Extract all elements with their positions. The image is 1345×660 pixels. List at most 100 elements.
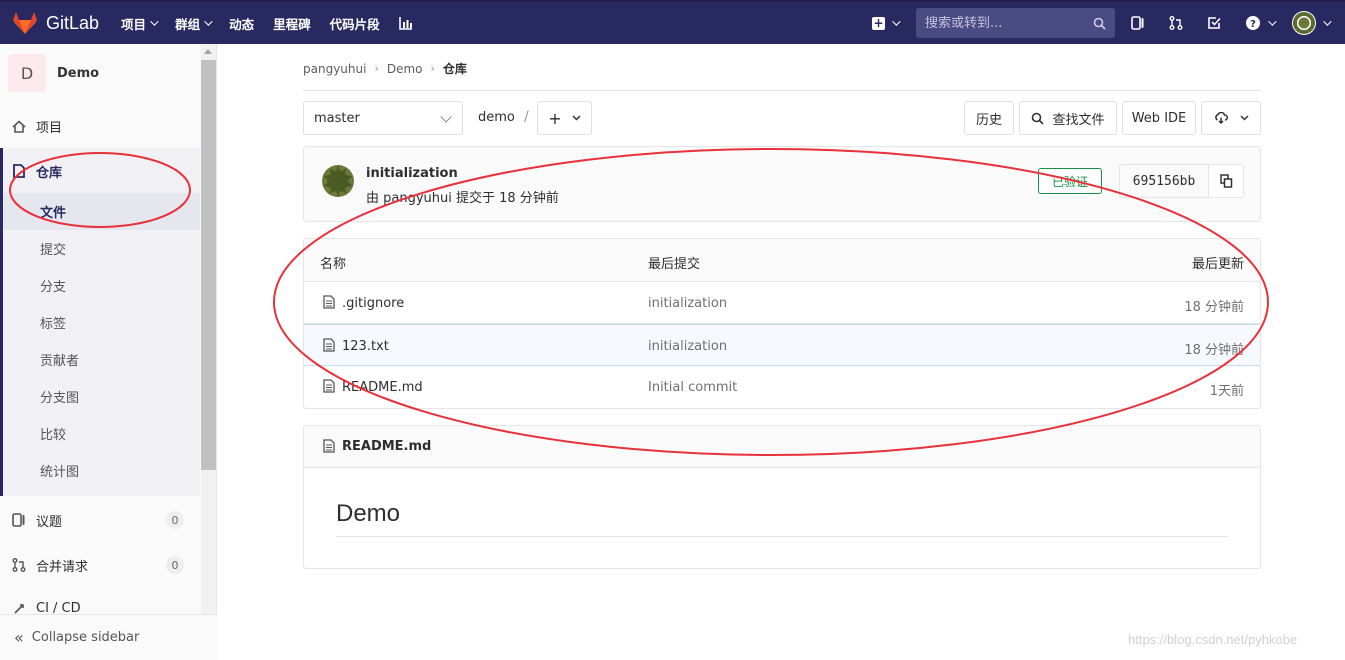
history-button[interactable]: 历史 — [964, 101, 1014, 135]
search-icon — [1093, 17, 1106, 30]
sidebar-item-branches[interactable]: 分支 — [3, 267, 203, 304]
sidebar-item-project[interactable]: 项目 — [0, 108, 200, 144]
double-chevron-left-icon: « — [14, 628, 24, 647]
sidebar-scrollbar-thumb[interactable] — [201, 60, 216, 470]
sidebar-item-compare[interactable]: 比较 — [3, 415, 203, 452]
file-name-link[interactable]: .gitignore — [342, 296, 404, 311]
user-menu-button[interactable] — [1292, 11, 1332, 35]
project-name: Demo — [57, 65, 100, 81]
avatar[interactable] — [321, 164, 355, 198]
copy-sha-button[interactable] — [1208, 164, 1244, 198]
commit-meta: 由 pangyuhui 提交于 18 分钟前 — [366, 191, 559, 206]
mr-count-badge: 0 — [166, 556, 184, 574]
readme-heading: Demo — [336, 500, 401, 527]
chevron-down-icon — [440, 111, 452, 123]
table-header: 名称 最后提交 最后更新 — [304, 239, 1260, 282]
file-tree-table: 名称 最后提交 最后更新 .gitignore initialization 1… — [303, 238, 1261, 409]
sidebar-item-tags[interactable]: 标签 — [3, 304, 203, 341]
sidebar-item-commits[interactable]: 提交 — [3, 230, 203, 267]
chevron-right-icon: › — [374, 62, 379, 75]
breadcrumb-project[interactable]: Demo — [387, 62, 423, 76]
sidebar-item-contributors[interactable]: 贡献者 — [3, 341, 203, 378]
cloud-download-icon — [1214, 112, 1228, 124]
nav-activity[interactable]: 动态 — [229, 14, 254, 33]
plus-icon: + — [548, 108, 562, 128]
sidebar-item-issues[interactable]: 议题 0 — [0, 502, 200, 538]
commit-message-link[interactable]: Initial commit — [648, 380, 737, 395]
table-row[interactable]: README.md Initial commit 1天前 — [304, 366, 1260, 408]
search-input[interactable] — [925, 15, 1093, 31]
chevron-down-icon — [1239, 115, 1249, 121]
merge-request-icon[interactable] — [1169, 16, 1183, 30]
brand-name: GitLab — [46, 12, 100, 33]
home-icon — [12, 119, 26, 133]
file-icon — [323, 379, 335, 397]
commit-message-link[interactable]: initialization — [648, 296, 727, 311]
download-dropdown-button[interactable] — [1201, 101, 1261, 135]
breadcrumb-user[interactable]: pangyuhui — [303, 62, 366, 76]
sidebar-item-files[interactable]: 文件 — [3, 193, 200, 230]
search-box[interactable] — [916, 8, 1115, 38]
chevron-down-icon — [572, 115, 581, 121]
breadcrumb-current[interactable]: 仓库 — [443, 60, 467, 77]
add-to-tree-button[interactable]: + — [537, 101, 592, 135]
plus-icon: + — [872, 15, 885, 30]
help-dropdown-button[interactable]: ? — [1245, 15, 1277, 31]
file-icon — [323, 439, 335, 457]
svg-text:?: ? — [1250, 19, 1256, 30]
column-header-last-commit: 最后提交 — [648, 257, 701, 272]
project-avatar: D — [8, 54, 46, 92]
chevron-down-icon — [1268, 17, 1277, 26]
last-commit-panel: initialization 由 pangyuhui 提交于 18 分钟前 已验… — [303, 146, 1261, 222]
file-icon — [323, 295, 335, 313]
commit-title-link[interactable]: initialization — [366, 166, 458, 181]
avatar — [1292, 11, 1316, 35]
issues-icon — [12, 513, 26, 527]
gitlab-home-link[interactable]: GitLab — [12, 11, 99, 35]
branch-select[interactable]: master — [303, 101, 463, 135]
question-icon: ? — [1246, 16, 1260, 30]
sidebar-item-merge-requests[interactable]: 合并请求 0 — [0, 547, 200, 583]
project-sidebar: D Demo 项目 仓库 文件 提交 分支 标签 贡献者 分支图 比较 统计图 … — [0, 44, 217, 660]
collapse-sidebar-button[interactable]: « Collapse sidebar — [0, 614, 217, 660]
commit-message-link[interactable]: initialization — [648, 339, 727, 354]
table-row[interactable]: .gitignore initialization 18 分钟前 — [304, 282, 1260, 324]
copy-icon — [1219, 174, 1232, 188]
scroll-up-arrow-icon[interactable] — [204, 49, 212, 54]
find-file-button[interactable]: 查找文件 — [1019, 101, 1117, 135]
sidebar-item-charts[interactable]: 统计图 — [3, 452, 203, 489]
nav-milestones[interactable]: 里程碑 — [273, 14, 311, 33]
readme-file-name[interactable]: README.md — [342, 439, 431, 454]
nav-groups[interactable]: 群组 — [175, 14, 213, 33]
chevron-down-icon — [892, 17, 901, 26]
chevron-down-icon — [1323, 17, 1332, 26]
file-name-link[interactable]: README.md — [342, 380, 423, 395]
issues-icon[interactable] — [1131, 16, 1145, 30]
document-icon — [12, 164, 26, 178]
updated-time: 18 分钟前 — [1184, 343, 1244, 358]
project-header[interactable]: D Demo — [8, 54, 99, 92]
repo-path-link[interactable]: demo — [478, 110, 515, 125]
todo-icon[interactable] — [1207, 16, 1221, 30]
merge-request-icon — [12, 558, 26, 572]
new-dropdown-button[interactable]: + — [872, 15, 901, 30]
breadcrumb: pangyuhui › Demo › 仓库 — [303, 60, 467, 77]
readme-header: README.md — [304, 426, 1260, 468]
file-name-link[interactable]: 123.txt — [342, 339, 389, 354]
sidebar-item-repository[interactable]: 仓库 — [0, 153, 200, 189]
commit-sha[interactable]: 695156bb — [1119, 164, 1209, 198]
chart-icon[interactable] — [398, 16, 413, 30]
table-row[interactable]: 123.txt initialization 18 分钟前 — [304, 324, 1260, 366]
sidebar-item-graph[interactable]: 分支图 — [3, 378, 203, 415]
web-ide-button[interactable]: Web IDE — [1122, 101, 1196, 135]
column-header-last-update: 最后更新 — [1191, 257, 1244, 272]
nav-snippets[interactable]: 代码片段 — [330, 14, 380, 33]
divider — [336, 536, 1228, 537]
sidebar-item-cicd[interactable]: CI / CD — [0, 592, 200, 616]
verified-badge[interactable]: 已验证 — [1038, 168, 1102, 194]
updated-time: 1天前 — [1209, 384, 1244, 399]
readme-panel: README.md Demo — [303, 425, 1261, 569]
column-header-name: 名称 — [320, 257, 347, 272]
nav-projects[interactable]: 项目 — [121, 14, 159, 33]
file-icon — [323, 338, 335, 356]
